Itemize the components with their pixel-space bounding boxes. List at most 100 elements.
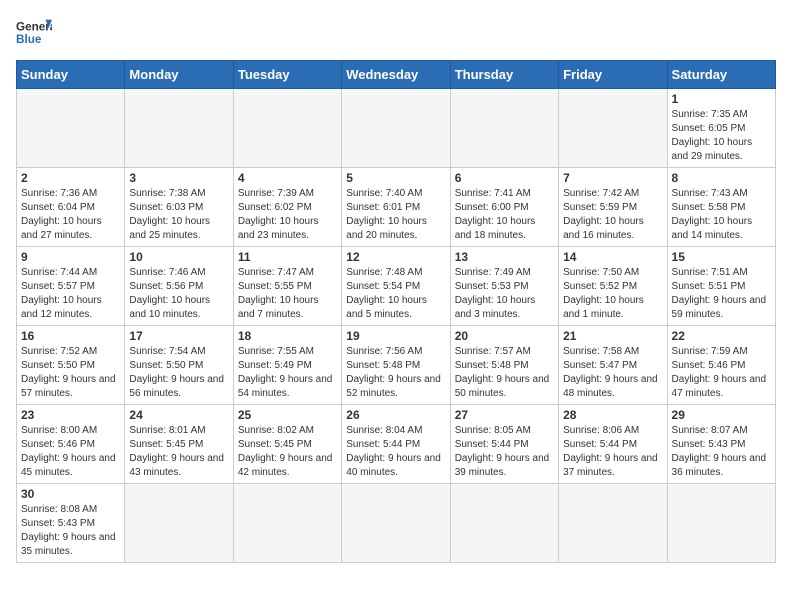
day-info: Sunrise: 7:51 AM Sunset: 5:51 PM Dayligh… [672,266,771,322]
day-number: 19 [346,329,445,343]
day-number: 7 [563,171,662,185]
calendar-cell: 7 Sunrise: 7:42 AM Sunset: 5:59 PM Daylig… [559,168,667,247]
page-header: GeneralBlue [16,16,776,52]
day-info: Sunrise: 7:50 AM Sunset: 5:52 PM Dayligh… [563,266,662,322]
calendar-cell [17,89,125,168]
calendar-cell [559,484,667,563]
calendar-cell: 11Sunrise: 7:47 AM Sunset: 5:55 PM Dayli… [233,247,341,326]
day-number: 2 [21,171,120,185]
calendar-cell: 12Sunrise: 7:48 AM Sunset: 5:54 PM Dayli… [342,247,450,326]
calendar-week-row: 9 Sunrise: 7:44 AM Sunset: 5:57 PM Daylig… [17,247,776,326]
day-info: Sunrise: 8:04 AM Sunset: 5:44 PM Dayligh… [346,424,445,480]
calendar-cell: 23 Sunrise: 8:00 AM Sunset: 5:46 PM Dayli… [17,405,125,484]
calendar-cell: 28Sunrise: 8:06 AM Sunset: 5:44 PM Dayli… [559,405,667,484]
day-number: 5 [346,171,445,185]
day-number: 30 [21,487,120,501]
logo: GeneralBlue [16,16,52,52]
day-number: 9 [21,250,120,264]
day-number: 4 [238,171,337,185]
day-info: Sunrise: 7:42 AM Sunset: 5:59 PM Dayligh… [563,187,662,243]
calendar-cell [667,484,775,563]
calendar-week-row: 2 Sunrise: 7:36 AM Sunset: 6:04 PM Daylig… [17,168,776,247]
calendar-cell: 8 Sunrise: 7:43 AM Sunset: 5:58 PM Daylig… [667,168,775,247]
day-number: 24 [129,408,228,422]
day-info: Sunrise: 7:59 AM Sunset: 5:46 PM Dayligh… [672,345,771,401]
day-number: 20 [455,329,554,343]
day-info: Sunrise: 7:54 AM Sunset: 5:50 PM Dayligh… [129,345,228,401]
calendar-cell: 2 Sunrise: 7:36 AM Sunset: 6:04 PM Daylig… [17,168,125,247]
calendar-cell: 1 Sunrise: 7:35 AM Sunset: 6:05 PM Daylig… [667,89,775,168]
calendar-week-row: 1 Sunrise: 7:35 AM Sunset: 6:05 PM Daylig… [17,89,776,168]
day-number: 29 [672,408,771,422]
calendar-cell: 24 Sunrise: 8:01 AM Sunset: 5:45 PM Dayli… [125,405,233,484]
day-info: Sunrise: 7:43 AM Sunset: 5:58 PM Dayligh… [672,187,771,243]
day-number: 26 [346,408,445,422]
calendar-week-row: 16 Sunrise: 7:52 AM Sunset: 5:50 PM Dayli… [17,326,776,405]
day-number: 18 [238,329,337,343]
day-info: Sunrise: 7:44 AM Sunset: 5:57 PM Dayligh… [21,266,120,322]
calendar-week-row: 23 Sunrise: 8:00 AM Sunset: 5:46 PM Dayli… [17,405,776,484]
day-number: 27 [455,408,554,422]
day-number: 10 [129,250,228,264]
weekday-header-monday: Monday [125,61,233,89]
calendar-cell: 3 Sunrise: 7:38 AM Sunset: 6:03 PM Daylig… [125,168,233,247]
calendar-cell: 9 Sunrise: 7:44 AM Sunset: 5:57 PM Daylig… [17,247,125,326]
calendar-cell: 30 Sunrise: 8:08 AM Sunset: 5:43 PM Dayli… [17,484,125,563]
day-info: Sunrise: 8:08 AM Sunset: 5:43 PM Dayligh… [21,503,120,559]
calendar-cell: 6Sunrise: 7:41 AM Sunset: 6:00 PM Daylig… [450,168,558,247]
day-number: 11 [238,250,337,264]
calendar-cell: 18Sunrise: 7:55 AM Sunset: 5:49 PM Dayli… [233,326,341,405]
calendar-cell: 4 Sunrise: 7:39 AM Sunset: 6:02 PM Daylig… [233,168,341,247]
day-info: Sunrise: 7:46 AM Sunset: 5:56 PM Dayligh… [129,266,228,322]
calendar-cell: 21Sunrise: 7:58 AM Sunset: 5:47 PM Dayli… [559,326,667,405]
day-number: 14 [563,250,662,264]
calendar-cell: 25 Sunrise: 8:02 AM Sunset: 5:45 PM Dayli… [233,405,341,484]
weekday-header-thursday: Thursday [450,61,558,89]
calendar-cell [450,89,558,168]
calendar-cell: 10 Sunrise: 7:46 AM Sunset: 5:56 PM Dayli… [125,247,233,326]
day-number: 22 [672,329,771,343]
day-info: Sunrise: 8:02 AM Sunset: 5:45 PM Dayligh… [238,424,337,480]
calendar-week-row: 30 Sunrise: 8:08 AM Sunset: 5:43 PM Dayli… [17,484,776,563]
weekday-header-friday: Friday [559,61,667,89]
calendar-cell: 26 Sunrise: 8:04 AM Sunset: 5:44 PM Dayli… [342,405,450,484]
day-info: Sunrise: 7:56 AM Sunset: 5:48 PM Dayligh… [346,345,445,401]
weekday-header-tuesday: Tuesday [233,61,341,89]
calendar-cell: 19 Sunrise: 7:56 AM Sunset: 5:48 PM Dayli… [342,326,450,405]
calendar-cell: 14 Sunrise: 7:50 AM Sunset: 5:52 PM Dayli… [559,247,667,326]
day-info: Sunrise: 7:35 AM Sunset: 6:05 PM Dayligh… [672,108,771,164]
day-number: 1 [672,92,771,106]
day-info: Sunrise: 7:39 AM Sunset: 6:02 PM Dayligh… [238,187,337,243]
calendar-table: SundayMondayTuesdayWednesdayThursdayFrid… [16,60,776,563]
day-number: 21 [563,329,662,343]
day-number: 6 [455,171,554,185]
day-info: Sunrise: 7:49 AM Sunset: 5:53 PM Dayligh… [455,266,554,322]
day-number: 3 [129,171,228,185]
calendar-cell: 5 Sunrise: 7:40 AM Sunset: 6:01 PM Daylig… [342,168,450,247]
calendar-cell: 27Sunrise: 8:05 AM Sunset: 5:44 PM Dayli… [450,405,558,484]
day-info: Sunrise: 7:57 AM Sunset: 5:48 PM Dayligh… [455,345,554,401]
calendar-header: SundayMondayTuesdayWednesdayThursdayFrid… [17,61,776,89]
day-number: 25 [238,408,337,422]
calendar-cell: 15 Sunrise: 7:51 AM Sunset: 5:51 PM Dayli… [667,247,775,326]
calendar-cell: 22 Sunrise: 7:59 AM Sunset: 5:46 PM Dayli… [667,326,775,405]
day-info: Sunrise: 7:38 AM Sunset: 6:03 PM Dayligh… [129,187,228,243]
day-info: Sunrise: 8:01 AM Sunset: 5:45 PM Dayligh… [129,424,228,480]
day-number: 8 [672,171,771,185]
weekday-row: SundayMondayTuesdayWednesdayThursdayFrid… [17,61,776,89]
calendar-cell: 16 Sunrise: 7:52 AM Sunset: 5:50 PM Dayli… [17,326,125,405]
day-info: Sunrise: 8:00 AM Sunset: 5:46 PM Dayligh… [21,424,120,480]
calendar-cell [125,89,233,168]
calendar-body: 1 Sunrise: 7:35 AM Sunset: 6:05 PM Daylig… [17,89,776,563]
day-info: Sunrise: 7:48 AM Sunset: 5:54 PM Dayligh… [346,266,445,322]
day-info: Sunrise: 7:36 AM Sunset: 6:04 PM Dayligh… [21,187,120,243]
day-info: Sunrise: 7:52 AM Sunset: 5:50 PM Dayligh… [21,345,120,401]
calendar-cell [233,89,341,168]
weekday-header-saturday: Saturday [667,61,775,89]
day-info: Sunrise: 8:06 AM Sunset: 5:44 PM Dayligh… [563,424,662,480]
day-number: 15 [672,250,771,264]
day-number: 16 [21,329,120,343]
day-number: 23 [21,408,120,422]
day-info: Sunrise: 7:40 AM Sunset: 6:01 PM Dayligh… [346,187,445,243]
calendar-cell [342,484,450,563]
